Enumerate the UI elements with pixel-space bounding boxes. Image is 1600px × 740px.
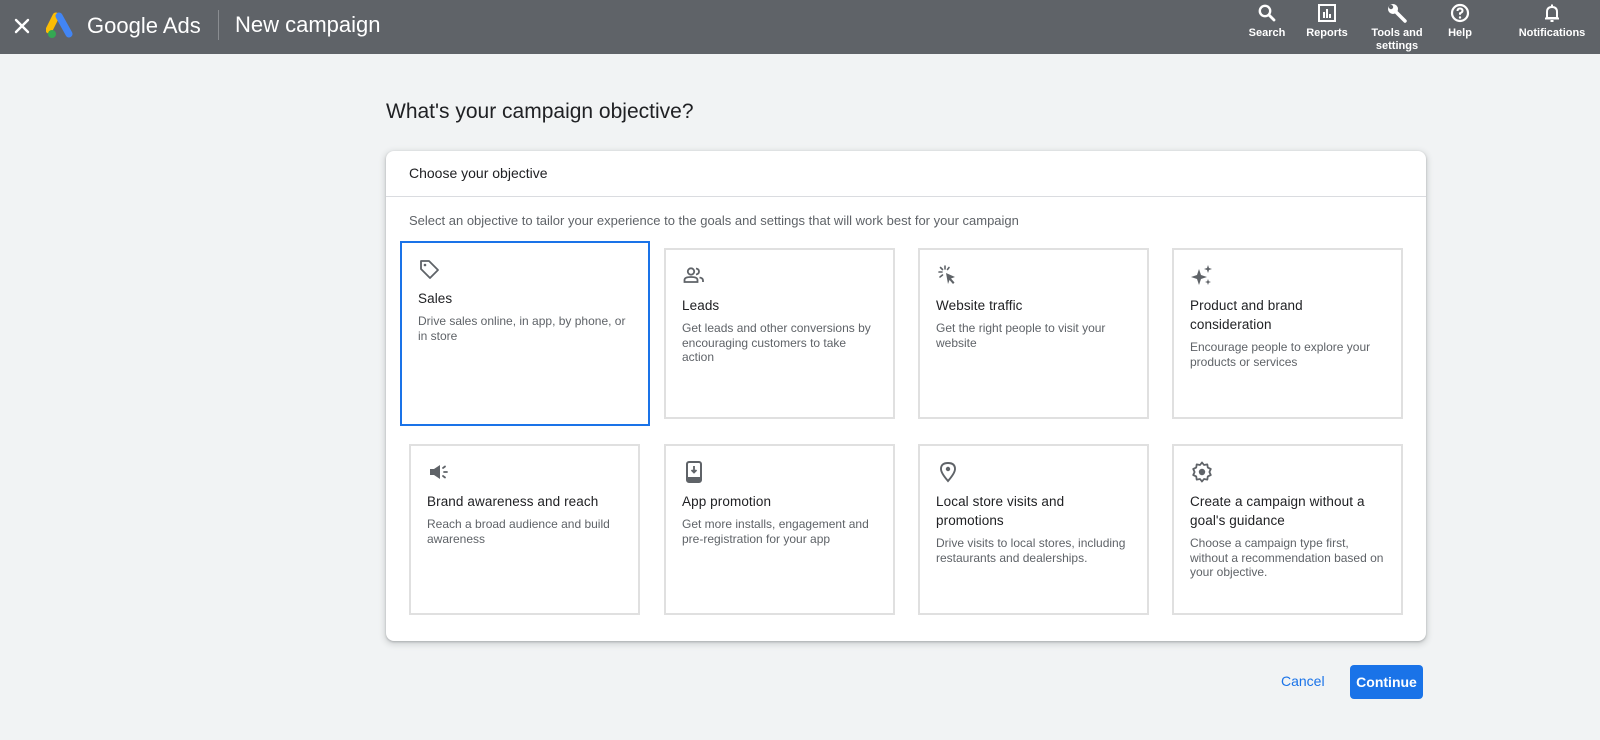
- sparkle-icon: [1190, 264, 1214, 288]
- objective-name: App promotion: [682, 494, 772, 509]
- gear-icon: [1190, 460, 1214, 484]
- brand-name: Google Ads: [87, 13, 201, 38]
- phone-download-icon: [682, 460, 706, 484]
- objective-description: Drive sales online, in app, by phone, or…: [418, 314, 626, 343]
- nav-label: Help: [1448, 27, 1472, 39]
- tag-icon: [418, 257, 442, 281]
- objective-leads[interactable]: Leads Get leads and other conversions by…: [664, 248, 895, 419]
- objective-sales[interactable]: Sales Drive sales online, in app, by pho…: [400, 241, 650, 426]
- nav-label: Notifications: [1518, 27, 1586, 39]
- people-icon: [682, 264, 706, 288]
- nav-tools-and-settings[interactable]: Tools and settings: [1364, 0, 1430, 54]
- nav-help[interactable]: Help: [1442, 0, 1478, 54]
- reports-icon: [1317, 2, 1337, 24]
- objective-name: Local store visits and promotions: [936, 494, 1065, 528]
- page-title: What's your campaign objective?: [386, 100, 694, 123]
- objective-name: Create a campaign without a goal's guida…: [1190, 494, 1365, 528]
- objective-description: Encourage people to explore your product…: [1190, 340, 1371, 369]
- objective-name: Website traffic: [936, 298, 1023, 313]
- objective-app-promotion[interactable]: App promotion Get more installs, engagem…: [664, 444, 895, 615]
- objective-product-brand-consideration[interactable]: Product and brand consideration Encourag…: [1172, 248, 1403, 419]
- nav-label: Reports: [1306, 27, 1348, 39]
- google-ads-logo-icon: [46, 12, 73, 38]
- header-divider: [218, 10, 219, 40]
- megaphone-icon: [427, 460, 451, 484]
- objective-no-goal-guidance[interactable]: Create a campaign without a goal's guida…: [1172, 444, 1403, 615]
- location-pin-icon: [936, 460, 960, 484]
- bell-icon: [1542, 2, 1562, 24]
- nav-label: Tools and settings: [1371, 27, 1423, 52]
- nav-search[interactable]: Search: [1246, 0, 1288, 54]
- objective-description: Get leads and other conversions by encou…: [682, 321, 871, 364]
- objective-name: Brand awareness and reach: [427, 494, 599, 509]
- objective-description: Drive visits to local stores, including …: [936, 536, 1126, 565]
- objective-brand-awareness[interactable]: Brand awareness and reach Reach a broad …: [409, 444, 640, 615]
- nav-notifications[interactable]: Notifications: [1514, 0, 1590, 54]
- objective-description: Reach a broad audience and build awarene…: [427, 517, 610, 546]
- objective-name: Product and brand consideration: [1190, 298, 1303, 332]
- objective-name: Sales: [418, 291, 453, 306]
- cursor-click-icon: [936, 264, 960, 288]
- card-description: Select an objective to tailor your exper…: [409, 213, 1019, 228]
- objective-description: Get more installs, engagement and pre-re…: [682, 517, 869, 546]
- objective-website-traffic[interactable]: Website traffic Get the right people to …: [918, 248, 1149, 419]
- objective-card: Choose your objective Select an objectiv…: [386, 151, 1426, 641]
- objective-local-store-visits[interactable]: Local store visits and promotions Drive …: [918, 444, 1149, 615]
- close-icon: [14, 18, 30, 34]
- help-icon: [1450, 2, 1470, 24]
- objective-name: Leads: [682, 298, 720, 313]
- objective-description: Choose a campaign type first, without a …: [1190, 536, 1384, 579]
- close-button[interactable]: [8, 12, 36, 40]
- top-app-bar: Google Ads New campaign Search Reports T…: [0, 0, 1600, 54]
- objective-description: Get the right people to visit your websi…: [936, 321, 1106, 350]
- card-title: Choose your objective: [386, 151, 1426, 197]
- page-name: New campaign: [235, 12, 381, 37]
- wrench-icon: [1386, 2, 1408, 24]
- nav-reports[interactable]: Reports: [1302, 0, 1352, 54]
- search-icon: [1257, 2, 1277, 24]
- cancel-button[interactable]: Cancel: [1281, 670, 1325, 692]
- continue-button[interactable]: Continue: [1350, 665, 1423, 699]
- nav-label: Search: [1248, 27, 1286, 39]
